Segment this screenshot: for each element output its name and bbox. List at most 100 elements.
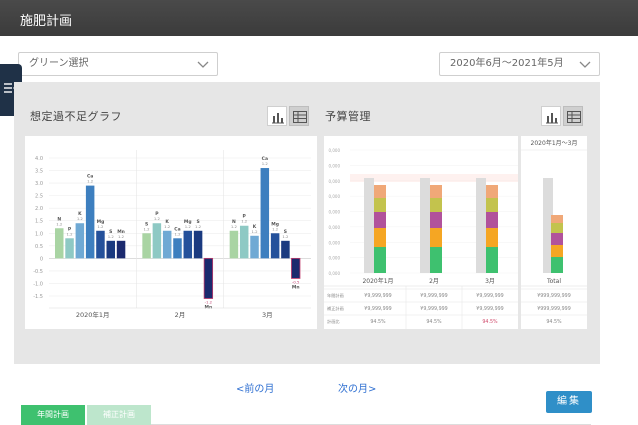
tab-annual-plan[interactable]: 年間計画: [21, 405, 85, 425]
y-tick-label: 0,000: [329, 256, 341, 261]
next-month-link[interactable]: 次の月>: [338, 380, 376, 395]
budget-cell: ¥9,999,999: [476, 306, 503, 312]
bar: [250, 235, 259, 259]
bar-value: 1.2: [164, 224, 171, 229]
budget-total-card: 2020年1月～3月 Total ¥999,999,999 ¥999,999,999 9…: [521, 136, 587, 329]
budget-chart-view-button[interactable]: [541, 106, 561, 126]
page-title: 施肥計画: [20, 14, 73, 29]
budget-cell: ¥9,999,999: [476, 293, 503, 299]
y-tick-label: 1.0: [35, 231, 43, 237]
budget-total-cell: 94.5%: [546, 319, 562, 325]
bar-value: 1.2: [251, 229, 258, 234]
shortage-chart: 4.03.53.02.52.01.51.00.50-0.5-1.0-1.5N1.…: [33, 150, 311, 319]
bar-chart-icon: [272, 113, 284, 124]
table-view-button[interactable]: [289, 106, 309, 126]
x-category-label: 2月: [175, 311, 186, 319]
stack-segment: [486, 185, 498, 198]
y-tick-label: 3.0: [35, 181, 43, 187]
stack-segment: [374, 212, 386, 228]
top-bar: 施肥計画: [0, 0, 638, 36]
chevron-down-icon: [197, 61, 209, 68]
bar: [229, 230, 239, 259]
bar: [55, 228, 64, 259]
bar: [85, 185, 95, 259]
y-tick-label: 1.5: [35, 219, 43, 225]
bar-label: Mn: [292, 284, 300, 290]
stack-segment: [551, 233, 563, 245]
bar-value: 1.2: [87, 179, 94, 184]
x-category-label: Total: [546, 278, 561, 285]
plan-bar: [364, 178, 374, 273]
bar-value: 1.2: [185, 224, 192, 229]
budget-chart: 0,000 0,000 0,000 0,000 0,000 0,000 0,000 0,000…: [324, 148, 518, 329]
bar: [260, 168, 270, 259]
bar: [291, 257, 301, 279]
period-select[interactable]: 2020年6月～2021年5月: [439, 52, 600, 76]
y-tick-label: 0: [40, 256, 43, 262]
budget-cell: ¥9,999,999: [364, 306, 391, 312]
y-tick-label: 3.5: [35, 169, 43, 175]
y-tick-label: 2.0: [35, 206, 43, 212]
stack-segment: [486, 212, 498, 228]
stack-segment: [374, 247, 386, 273]
plan-bar: [476, 178, 486, 273]
bar-value: 1.2: [56, 221, 63, 226]
bar: [106, 240, 115, 259]
stack-segment: [430, 247, 442, 273]
bar-value: 1.2: [108, 234, 115, 239]
budget-cell: ¥9,999,999: [420, 306, 447, 312]
bar-value: 1.2: [231, 224, 238, 229]
bar: [173, 238, 182, 259]
shortage-chart-card: 4.0 3.5 3.0 2.5 2.0 1.5 1.0 0.5 0 -0.5 -1.0 -1.5 N 1.…: [25, 136, 317, 329]
bar: [152, 223, 162, 259]
budget-band: [350, 174, 518, 182]
bar-value: 1.2: [77, 216, 84, 221]
y-tick-label: -1.0: [33, 281, 43, 287]
y-tick-label: 0,000: [329, 271, 341, 276]
bar: [116, 240, 126, 259]
y-tick-label: -1.5: [33, 294, 43, 300]
x-category-label: 2020年1月: [362, 277, 393, 285]
green-select[interactable]: グリーン選択: [18, 52, 218, 76]
stack-segment: [551, 223, 563, 233]
budget-total-cell: ¥999,999,999: [537, 306, 571, 312]
shortage-graph-title: 想定過不足グラフ: [30, 110, 122, 123]
stack-segment: [551, 245, 563, 257]
bar-value: 1.2: [118, 234, 125, 239]
bar-value: 1.2: [154, 216, 161, 221]
bar-value: 1.2: [262, 161, 269, 166]
bar: [162, 230, 172, 259]
chart-view-button[interactable]: [267, 106, 287, 126]
y-tick-label: 0,000: [329, 225, 341, 230]
stack-segment: [486, 247, 498, 273]
tab-revised-plan[interactable]: 補正計画: [87, 405, 151, 425]
budget-cell: 94.5%: [370, 319, 386, 325]
stack-segment: [430, 228, 442, 247]
stack-segment: [486, 228, 498, 247]
bar: [96, 230, 105, 259]
bar-value: 1.2: [241, 219, 248, 224]
y-tick-label: 0,000: [329, 148, 341, 153]
edit-button[interactable]: 編集: [546, 391, 592, 413]
x-category-label: 2020年1月: [76, 310, 110, 319]
bar-value: -0.5: [292, 279, 300, 284]
stack-segment: [430, 212, 442, 228]
bar: [203, 257, 214, 299]
budget-chart-card: 0,000 0,000 0,000 0,000 0,000 0,000 0,000 0,000…: [324, 136, 518, 329]
stack-segment: [430, 198, 442, 212]
y-tick-label: 4.0: [35, 156, 43, 162]
y-tick-label: 0.5: [35, 244, 43, 250]
bar-value: 1.2: [195, 224, 202, 229]
stack-segment: [374, 228, 386, 247]
bar-value: 1.2: [282, 234, 289, 239]
budget-table-view-button[interactable]: [563, 106, 583, 126]
y-tick-label: 0,000: [329, 194, 341, 199]
bar: [183, 230, 193, 259]
row-label: 年間計画: [327, 292, 344, 299]
table-icon: [293, 111, 307, 123]
x-category-label: 3月: [262, 311, 273, 319]
bar: [75, 223, 85, 259]
budget-total-cell: ¥999,999,999: [537, 293, 571, 299]
prev-month-link[interactable]: <前の月: [236, 380, 274, 395]
bar-value: 1.2: [272, 226, 279, 231]
